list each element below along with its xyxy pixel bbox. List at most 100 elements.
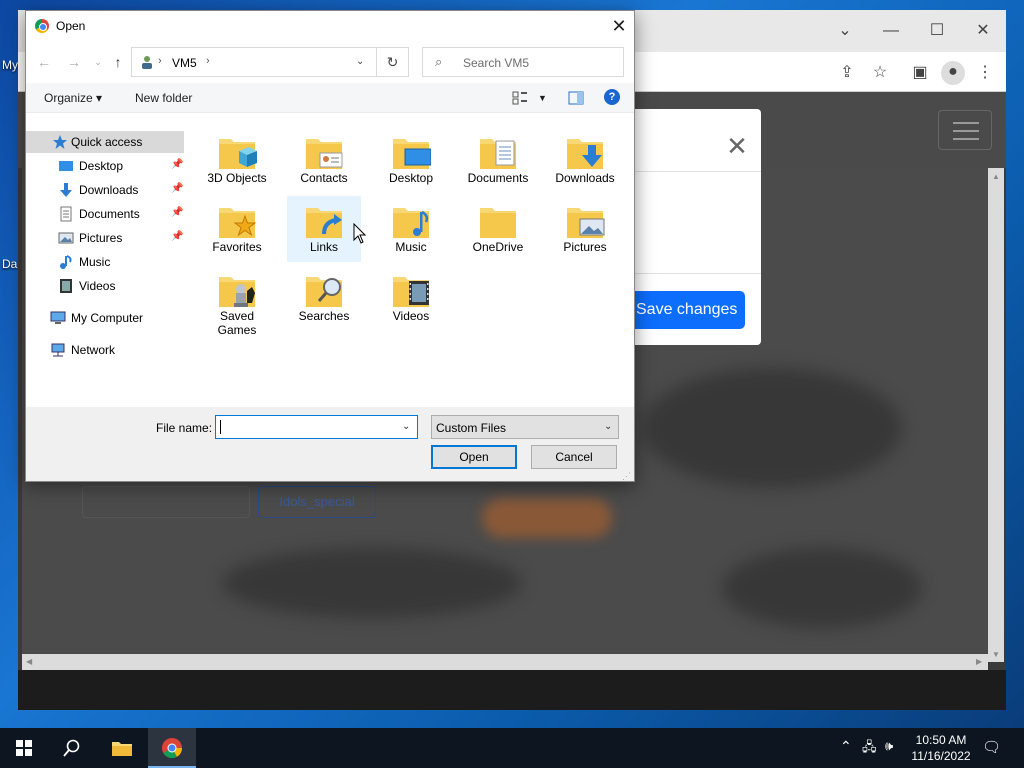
chrome-taskbar-button[interactable] [148,728,196,768]
breadcrumb-chevron-icon[interactable]: › [206,55,210,67]
file-list: 3D Objects Contacts Desktop Documents Do… [186,115,634,407]
nav-item-music[interactable]: Music [26,251,184,273]
file-explorer-button[interactable] [98,728,146,768]
nav-item-label: Downloads [79,183,139,197]
help-icon[interactable]: ? [604,89,620,105]
downloads-folder-icon [567,139,603,169]
contacts-folder-icon [306,139,343,169]
file-name-dropdown-icon[interactable]: ⌄ [402,421,410,432]
favorites-folder-icon [219,208,257,238]
refresh-button[interactable]: ↻ [377,47,409,77]
search-box[interactable]: ⌕ Search VM5 [422,47,624,77]
searches-folder-icon [306,277,342,307]
menu-icon[interactable]: ⋮ [974,62,996,84]
tab-search-button[interactable]: ⌄ [830,18,860,44]
share-icon[interactable]: ⇪ [836,62,858,84]
folder-label: Music [395,240,427,254]
system-clock[interactable]: 10:50 AM 11/16/2022 [906,732,976,764]
file-type-select[interactable]: Custom Files ⌄ [431,415,619,439]
up-arrow-icon[interactable]: ↑ [108,52,128,72]
folder-searches[interactable]: Searches [287,265,361,331]
maximize-button[interactable]: ☐ [922,18,952,44]
preview-pane-icon[interactable] [568,91,584,105]
folder-links[interactable]: Links [287,196,361,262]
videos-folder-icon [393,277,429,307]
nav-item-videos[interactable]: Videos [26,275,184,297]
new-folder-button[interactable]: New folder [135,91,192,105]
folder-contacts[interactable]: Contacts [287,127,361,193]
organize-button[interactable]: Organize ▾ [44,91,102,105]
folder-favorites[interactable]: Favorites [200,196,274,262]
folder-3d-objects[interactable]: 3D Objects [200,127,274,193]
folder-documents[interactable]: Documents [461,127,535,193]
star-icon[interactable]: ☆ [869,62,891,84]
search-button[interactable] [48,728,96,768]
resize-grip-icon[interactable]: ⋰ [622,471,632,481]
mouse-cursor-icon [353,223,367,244]
volume-icon[interactable]: 🕪 [885,738,893,754]
folder-label: Favorites [212,240,262,254]
desktop-icon-label[interactable]: My [2,58,18,72]
hamburger-menu-button[interactable] [938,110,992,150]
nav-item-quick-access[interactable]: Quick access [26,131,184,153]
folder-label: Desktop [388,171,434,185]
folder-icon [112,742,132,756]
folder-label: Pictures [563,240,607,254]
view-dropdown-icon[interactable]: ▼ [538,93,547,103]
folder-desktop[interactable]: Desktop [374,127,448,193]
desktop-icon-label[interactable]: Da [2,257,17,271]
navigation-bar: ← → ⌄ ↑ › VM5 › ⌄ ↻ ⌕ Search VM5 [26,45,634,79]
pin-icon: 📌 [171,159,184,170]
nav-item-label: Quick access [71,135,143,149]
documents-folder-icon [480,139,516,169]
background-highlight [482,498,612,538]
folder-downloads[interactable]: Downloads [548,127,622,193]
nav-item-network[interactable]: Network [26,339,184,361]
folder-label: Links [309,240,338,254]
chevron-up-icon[interactable]: ⌃ [840,738,852,755]
breadcrumb-vm5[interactable]: VM5 [172,56,197,70]
horizontal-scrollbar[interactable]: ◀ ▶ [22,654,988,670]
folder-label: 3D Objects [207,171,267,185]
folder-onedrive[interactable]: OneDrive [461,196,535,262]
breadcrumb-chevron-icon[interactable]: › [158,55,162,67]
dialog-close-button[interactable]: ✕ [606,13,632,39]
cancel-button[interactable]: Cancel [531,445,617,469]
nav-item-downloads[interactable]: Downloads 📌 [26,179,184,201]
music-icon [60,255,72,269]
file-name-input[interactable]: ⌄ [215,415,418,439]
nav-item-label: Documents [79,207,140,221]
back-arrow-icon[interactable]: ← [34,52,54,72]
nav-item-my-computer[interactable]: My Computer [26,307,184,329]
notification-icon[interactable]: 🗨 [982,738,1001,756]
user-folder-icon [142,56,152,69]
address-bar[interactable]: › VM5 › ⌄ [131,47,377,77]
star-icon [53,135,67,149]
open-button[interactable]: Open [431,445,517,469]
vertical-scrollbar[interactable]: ▲ ▼ [988,168,1004,662]
address-dropdown-icon[interactable]: ⌄ [356,56,364,67]
sidebar-icon[interactable]: ▣ [909,62,931,84]
folder-music[interactable]: Music [374,196,448,262]
command-bar: Organize ▾ New folder ▼ ? [26,83,634,113]
minimize-button[interactable]: — [876,18,906,44]
file-name-label: File name: [156,421,213,435]
nav-item-documents[interactable]: Documents 📌 [26,203,184,225]
chevron-down-icon: ⌄ [604,421,613,432]
folder-saved-games[interactable]: Saved Games [200,265,274,345]
save-changes-button[interactable]: Save changes [618,291,745,329]
folder-videos[interactable]: Videos [374,265,448,331]
change-view-icon[interactable] [512,91,528,105]
folder-pictures[interactable]: Pictures [548,196,622,262]
modal-close-button[interactable]: ✕ [722,131,752,161]
close-window-button[interactable]: ✕ [968,18,998,44]
recent-locations-chevron-icon[interactable]: ⌄ [88,52,108,72]
start-button[interactable] [0,728,48,768]
download-icon [60,183,72,197]
network-icon[interactable]: 🖧 [862,738,877,760]
nav-item-desktop[interactable]: Desktop 📌 [26,155,184,177]
forward-arrow-icon[interactable]: → [64,52,84,72]
profile-icon[interactable]: ● [941,61,965,85]
chrome-icon [35,19,49,33]
nav-item-pictures[interactable]: Pictures 📌 [26,227,184,249]
